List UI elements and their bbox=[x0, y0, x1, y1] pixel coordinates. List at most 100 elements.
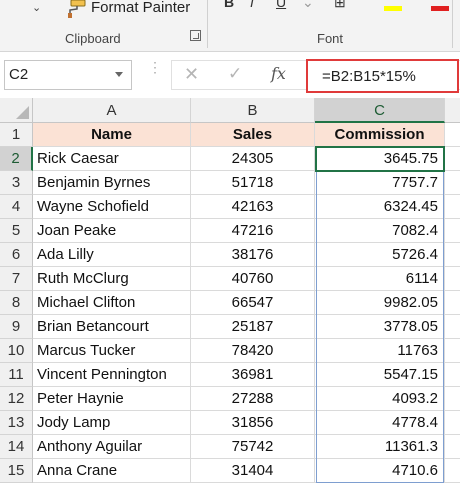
drag-handle-icon[interactable]: ⋮ bbox=[148, 60, 162, 74]
sales-cell[interactable]: 24305 bbox=[191, 147, 315, 171]
formula-input[interactable]: =B2:B15*15% bbox=[306, 59, 459, 93]
underline-icon[interactable]: U bbox=[276, 0, 286, 10]
commission-cell[interactable]: 7757.7 bbox=[315, 171, 445, 195]
empty-cell[interactable] bbox=[445, 123, 460, 147]
commission-cell[interactable]: 4093.2 bbox=[315, 387, 445, 411]
commission-cell[interactable]: 11361.3 bbox=[315, 435, 445, 459]
empty-cell[interactable] bbox=[445, 291, 460, 315]
name-cell[interactable]: Ada Lilly bbox=[33, 243, 191, 267]
row-header[interactable]: 8 bbox=[0, 291, 33, 315]
commission-cell[interactable]: 5547.15 bbox=[315, 363, 445, 387]
empty-cell[interactable] bbox=[445, 363, 460, 387]
name-cell[interactable]: Jody Lamp bbox=[33, 411, 191, 435]
empty-cell[interactable] bbox=[445, 267, 460, 291]
chevron-down-icon[interactable] bbox=[115, 72, 123, 77]
name-cell[interactable]: Michael Clifton bbox=[33, 291, 191, 315]
underline-dropdown-icon[interactable]: ⌄ bbox=[302, 0, 314, 11]
enter-icon[interactable]: ✓ bbox=[228, 64, 242, 84]
sales-cell[interactable]: 38176 bbox=[191, 243, 315, 267]
dialog-launcher-icon[interactable] bbox=[190, 30, 201, 41]
column-header-a[interactable]: A bbox=[33, 98, 191, 123]
sales-cell[interactable]: 31404 bbox=[191, 459, 315, 483]
format-painter-button[interactable]: Format Painter bbox=[91, 0, 190, 16]
commission-cell[interactable]: 4710.6 bbox=[315, 459, 445, 483]
sales-cell[interactable]: 27288 bbox=[191, 387, 315, 411]
sales-cell[interactable]: 78420 bbox=[191, 339, 315, 363]
paintbrush-icon[interactable] bbox=[63, 0, 87, 18]
row-header[interactable]: 13 bbox=[0, 411, 33, 435]
sales-cell[interactable]: 36981 bbox=[191, 363, 315, 387]
column-header-d[interactable] bbox=[445, 98, 460, 123]
insert-function-icon[interactable]: fx bbox=[271, 64, 286, 83]
name-cell[interactable]: Marcus Tucker bbox=[33, 339, 191, 363]
sales-cell[interactable]: 75742 bbox=[191, 435, 315, 459]
row-header[interactable]: 2 bbox=[0, 147, 33, 171]
row-header[interactable]: 12 bbox=[0, 387, 33, 411]
bold-icon[interactable]: B bbox=[224, 0, 234, 10]
commission-cell[interactable]: 5726.4 bbox=[315, 243, 445, 267]
empty-cell[interactable] bbox=[445, 219, 460, 243]
sales-cell[interactable]: 66547 bbox=[191, 291, 315, 315]
name-box[interactable]: C2 bbox=[4, 60, 132, 90]
sales-cell[interactable]: 25187 bbox=[191, 315, 315, 339]
sales-cell[interactable]: 42163 bbox=[191, 195, 315, 219]
empty-cell[interactable] bbox=[445, 195, 460, 219]
commission-cell[interactable]: 6324.45 bbox=[315, 195, 445, 219]
name-cell[interactable]: Brian Betancourt bbox=[33, 315, 191, 339]
row-header[interactable]: 4 bbox=[0, 195, 33, 219]
italic-icon[interactable]: I bbox=[250, 0, 254, 10]
font-color-icon[interactable] bbox=[431, 6, 449, 11]
sales-cell[interactable]: 47216 bbox=[191, 219, 315, 243]
header-cell-sales[interactable]: Sales bbox=[191, 123, 315, 147]
borders-icon[interactable]: ⊞ bbox=[334, 0, 346, 11]
empty-cell[interactable] bbox=[445, 243, 460, 267]
commission-cell[interactable]: 9982.05 bbox=[315, 291, 445, 315]
name-cell[interactable]: Anna Crane bbox=[33, 459, 191, 483]
group-divider bbox=[452, 0, 453, 48]
clipboard-group-label: Clipboard bbox=[65, 31, 121, 46]
empty-cell[interactable] bbox=[445, 459, 460, 483]
name-cell[interactable]: Anthony Aguilar bbox=[33, 435, 191, 459]
highlight-color-icon[interactable] bbox=[384, 6, 402, 11]
name-cell[interactable]: Ruth McClurg bbox=[33, 267, 191, 291]
commission-cell[interactable]: 7082.4 bbox=[315, 219, 445, 243]
row-header[interactable]: 1 bbox=[0, 123, 33, 147]
column-header-c[interactable]: C bbox=[315, 98, 445, 123]
empty-cell[interactable] bbox=[445, 411, 460, 435]
row-header[interactable]: 15 bbox=[0, 459, 33, 483]
sales-cell[interactable]: 51718 bbox=[191, 171, 315, 195]
empty-cell[interactable] bbox=[445, 147, 460, 171]
commission-cell[interactable]: 6114 bbox=[315, 267, 445, 291]
row-header[interactable]: 10 bbox=[0, 339, 33, 363]
header-cell-commission[interactable]: Commission bbox=[315, 123, 445, 147]
empty-cell[interactable] bbox=[445, 339, 460, 363]
empty-cell[interactable] bbox=[445, 435, 460, 459]
cancel-icon[interactable]: ✕ bbox=[184, 64, 199, 85]
row-header[interactable]: 5 bbox=[0, 219, 33, 243]
row-header[interactable]: 11 bbox=[0, 363, 33, 387]
name-cell[interactable]: Peter Haynie bbox=[33, 387, 191, 411]
chevron-down-icon[interactable]: ⌄ bbox=[32, 1, 41, 14]
row-header[interactable]: 14 bbox=[0, 435, 33, 459]
commission-cell[interactable]: 4778.4 bbox=[315, 411, 445, 435]
header-cell-name[interactable]: Name bbox=[33, 123, 191, 147]
sales-cell[interactable]: 40760 bbox=[191, 267, 315, 291]
row-header[interactable]: 3 bbox=[0, 171, 33, 195]
commission-cell[interactable]: 3645.75 bbox=[315, 147, 445, 171]
commission-cell[interactable]: 11763 bbox=[315, 339, 445, 363]
empty-cell[interactable] bbox=[445, 315, 460, 339]
name-cell[interactable]: Vincent Pennington bbox=[33, 363, 191, 387]
row-header[interactable]: 6 bbox=[0, 243, 33, 267]
empty-cell[interactable] bbox=[445, 171, 460, 195]
sales-cell[interactable]: 31856 bbox=[191, 411, 315, 435]
row-header[interactable]: 9 bbox=[0, 315, 33, 339]
name-cell[interactable]: Joan Peake bbox=[33, 219, 191, 243]
empty-cell[interactable] bbox=[445, 387, 460, 411]
name-cell[interactable]: Wayne Schofield bbox=[33, 195, 191, 219]
row-header[interactable]: 7 bbox=[0, 267, 33, 291]
name-cell[interactable]: Benjamin Byrnes bbox=[33, 171, 191, 195]
name-cell[interactable]: Rick Caesar bbox=[33, 147, 191, 171]
commission-cell[interactable]: 3778.05 bbox=[315, 315, 445, 339]
column-header-b[interactable]: B bbox=[191, 98, 315, 123]
select-all-button[interactable] bbox=[0, 98, 33, 123]
